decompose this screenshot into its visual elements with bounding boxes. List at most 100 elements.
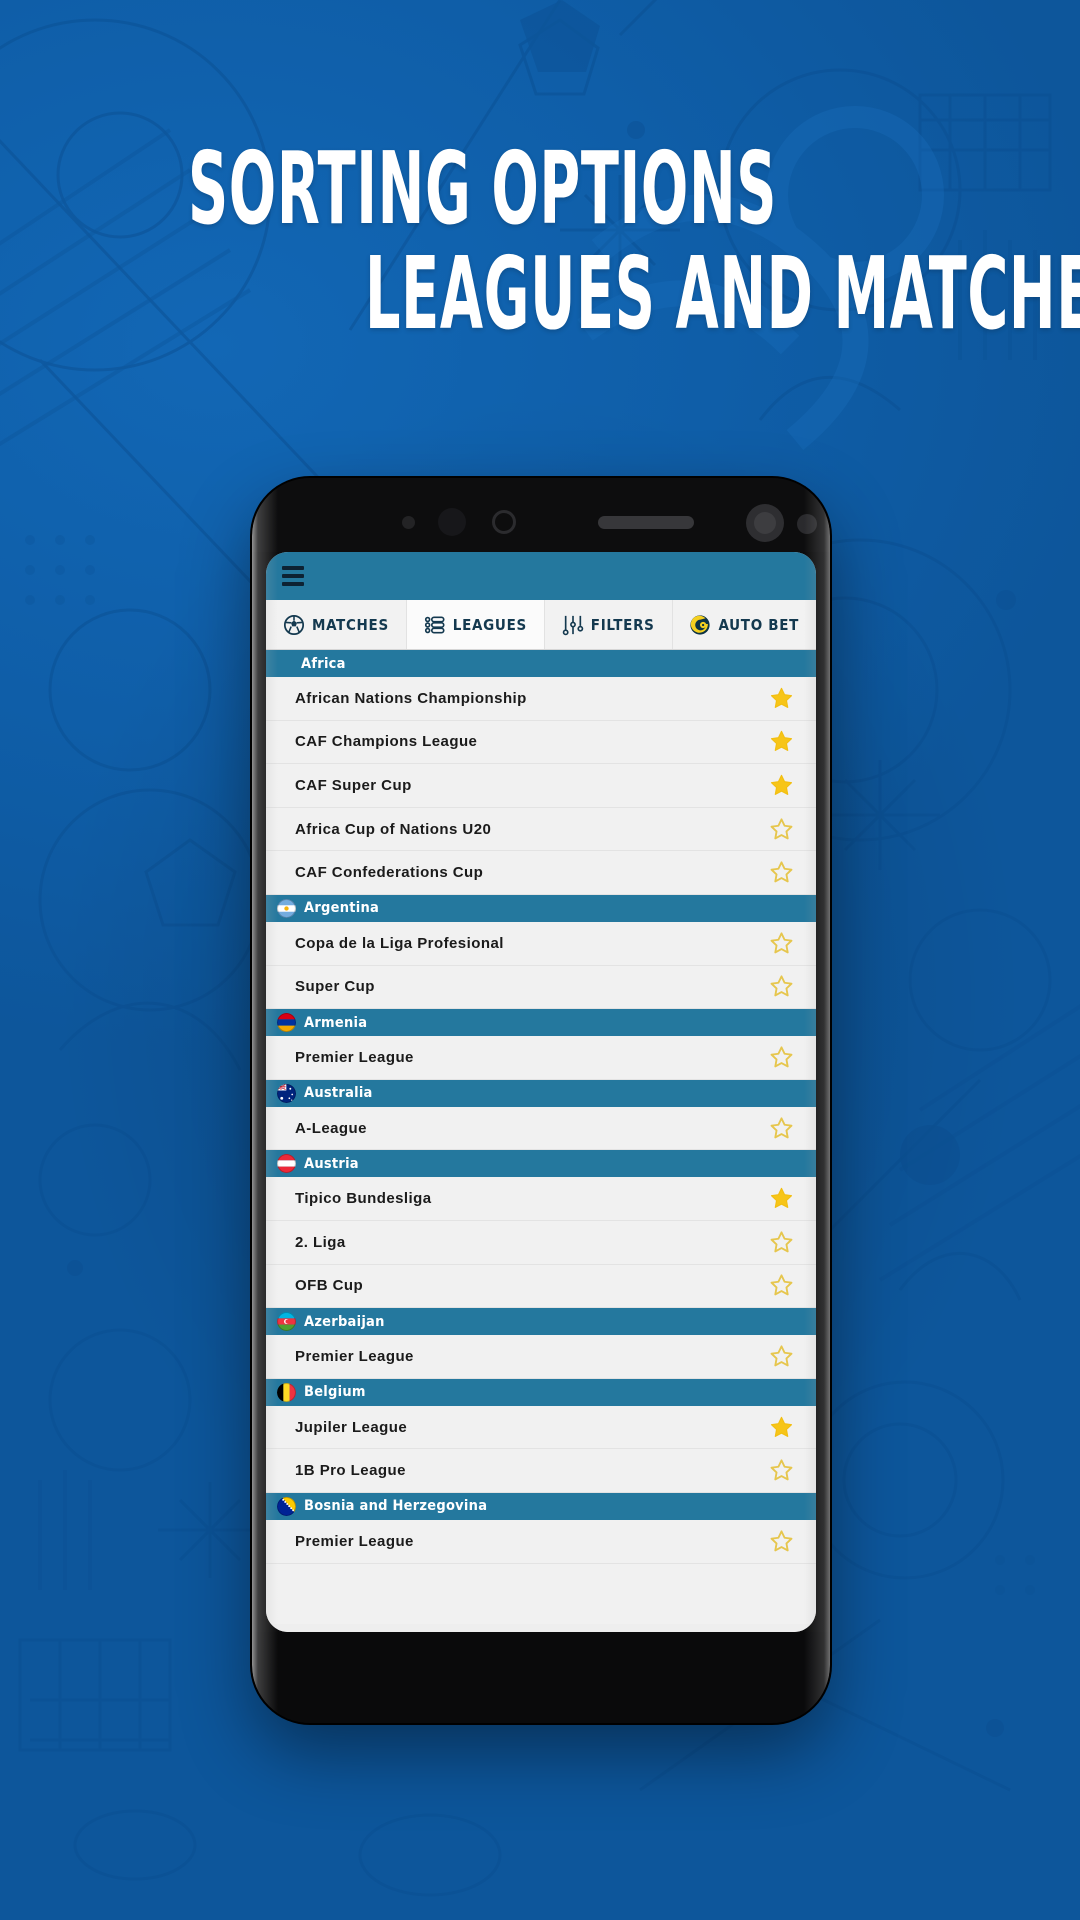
flag-icon-ba [277, 1496, 296, 1516]
league-name: African Nations Championship [295, 689, 527, 707]
favorite-star-icon-empty[interactable] [769, 1344, 794, 1369]
flag-icon-be [277, 1382, 296, 1402]
earpiece-speaker [598, 516, 694, 529]
favorite-star-icon-empty[interactable] [769, 860, 794, 885]
list-empty-tail [266, 1563, 816, 1624]
league-row[interactable]: CAF Champions League [266, 720, 816, 765]
favorite-star-icon-filled[interactable] [769, 773, 794, 798]
promo-screenshot: SORTING OPTIONS LEAGUES AND MATCHES MATC… [0, 0, 1080, 1920]
tab-matches-label: MATCHES [311, 615, 389, 634]
tab-leagues[interactable]: LEAGUES [406, 600, 545, 649]
country-name: Belgium [304, 1384, 366, 1401]
league-name: OFB Cup [295, 1277, 364, 1295]
league-name: CAF Champions League [295, 733, 478, 751]
country-header-row[interactable]: Armenia [266, 1009, 816, 1037]
volume-up-button[interactable] [252, 738, 254, 800]
power-button[interactable] [828, 774, 830, 870]
league-row[interactable]: OFB Cup [266, 1264, 816, 1309]
country-header-row[interactable]: Belgium [266, 1378, 816, 1406]
proximity-sensor-icon [438, 508, 466, 536]
league-row[interactable]: Tipico Bundesliga [266, 1177, 816, 1221]
league-name: Super Cup [295, 978, 375, 996]
league-row[interactable]: Super Cup [266, 965, 816, 1010]
soccer-ball-icon [283, 614, 304, 635]
league-row[interactable]: 2. Liga [266, 1220, 816, 1265]
country-header-row[interactable]: Africa [266, 650, 816, 677]
country-header-row[interactable]: Azerbaijan [266, 1308, 816, 1336]
list-lines-icon [424, 615, 445, 634]
league-name: Premier League [295, 1347, 414, 1365]
league-list[interactable]: Africa African Nations Championship CAF C… [266, 650, 816, 1632]
league-row[interactable]: Premier League [266, 1036, 816, 1080]
country-name: Bosnia and Herzegovina [304, 1498, 488, 1515]
league-row[interactable]: A-League [266, 1106, 816, 1151]
country-name: Argentina [304, 900, 380, 917]
flag-icon-au [277, 1083, 296, 1103]
tab-bar: MATCHES LEAGUES FILTERS AUTO BET [266, 600, 816, 650]
flag-icon-am [277, 1013, 296, 1033]
volume-down-button[interactable] [252, 822, 254, 884]
league-name: Copa de la Liga Profesional [295, 934, 504, 952]
league-name: CAF Super Cup [295, 776, 412, 794]
favorite-star-icon-filled[interactable] [769, 1186, 794, 1211]
favorite-star-icon-empty[interactable] [769, 817, 794, 842]
country-name: Austria [304, 1155, 359, 1172]
flag-icon-az [277, 1312, 296, 1332]
tab-auto-bet-label: AUTO BET [718, 615, 800, 634]
favorite-star-icon-empty[interactable] [769, 1045, 794, 1070]
league-row[interactable]: CAF Confederations Cup [266, 851, 816, 895]
secondary-sensor-icon [797, 514, 817, 534]
league-name: A-League [295, 1119, 367, 1137]
phone-top-bezel [252, 478, 830, 552]
promo-headline-line-2: LEAGUES AND MATCHES [365, 235, 1080, 352]
league-name: Premier League [295, 1532, 414, 1550]
favorite-star-icon-empty[interactable] [769, 1273, 794, 1298]
hamburger-menu-icon[interactable] [282, 566, 304, 586]
league-row[interactable]: Copa de la Liga Profesional [266, 921, 816, 966]
country-header-row[interactable]: Argentina [266, 894, 816, 922]
app-header [266, 552, 816, 600]
favorite-star-icon-empty[interactable] [769, 1529, 794, 1554]
favorite-star-icon-filled[interactable] [769, 729, 794, 754]
sliders-icon [562, 615, 584, 635]
go-logo-icon [690, 614, 711, 635]
tab-filters[interactable]: FILTERS [544, 600, 673, 649]
favorite-star-icon-empty[interactable] [769, 931, 794, 956]
favorite-star-icon-empty[interactable] [769, 974, 794, 999]
league-name: 2. Liga [295, 1233, 346, 1251]
league-name: Premier League [295, 1048, 414, 1066]
tab-leagues-label: LEAGUES [452, 615, 527, 634]
favorite-star-icon-empty[interactable] [769, 1116, 794, 1141]
league-name: 1B Pro League [295, 1462, 406, 1480]
country-name: Azerbaijan [304, 1313, 385, 1330]
sensor-icon [402, 516, 415, 529]
favorite-star-icon-empty[interactable] [769, 1230, 794, 1255]
flag-icon-ar [277, 898, 296, 918]
phone-screen: MATCHES LEAGUES FILTERS AUTO BET Africa … [266, 552, 816, 1632]
league-row[interactable]: African Nations Championship [266, 677, 816, 721]
flag-icon-at [277, 1154, 296, 1174]
favorite-star-icon-filled[interactable] [769, 686, 794, 711]
tab-auto-bet[interactable]: AUTO BET [672, 600, 816, 649]
league-row[interactable]: Africa Cup of Nations U20 [266, 807, 816, 852]
country-header-row[interactable]: Bosnia and Herzegovina [266, 1492, 816, 1520]
league-row[interactable]: Premier League [266, 1519, 816, 1564]
country-header-row[interactable]: Austria [266, 1150, 816, 1178]
league-name: CAF Confederations Cup [295, 864, 484, 882]
league-row[interactable]: 1B Pro League [266, 1449, 816, 1493]
country-name: Africa [301, 655, 346, 672]
league-name: Africa Cup of Nations U20 [295, 820, 492, 838]
country-name: Armenia [304, 1014, 368, 1031]
favorite-star-icon-filled[interactable] [769, 1415, 794, 1440]
front-camera-lens [754, 512, 776, 534]
tab-matches[interactable]: MATCHES [266, 600, 407, 649]
tab-filters-label: FILTERS [590, 615, 655, 634]
favorite-star-icon-empty[interactable] [769, 1458, 794, 1483]
league-row[interactable]: Premier League [266, 1335, 816, 1379]
country-name: Australia [304, 1085, 373, 1102]
league-name: Tipico Bundesliga [295, 1190, 432, 1208]
league-row[interactable]: Jupiler League [266, 1405, 816, 1450]
phone-mockup: MATCHES LEAGUES FILTERS AUTO BET Africa … [252, 478, 830, 1723]
country-header-row[interactable]: Australia [266, 1079, 816, 1107]
league-row[interactable]: CAF Super Cup [266, 764, 816, 808]
